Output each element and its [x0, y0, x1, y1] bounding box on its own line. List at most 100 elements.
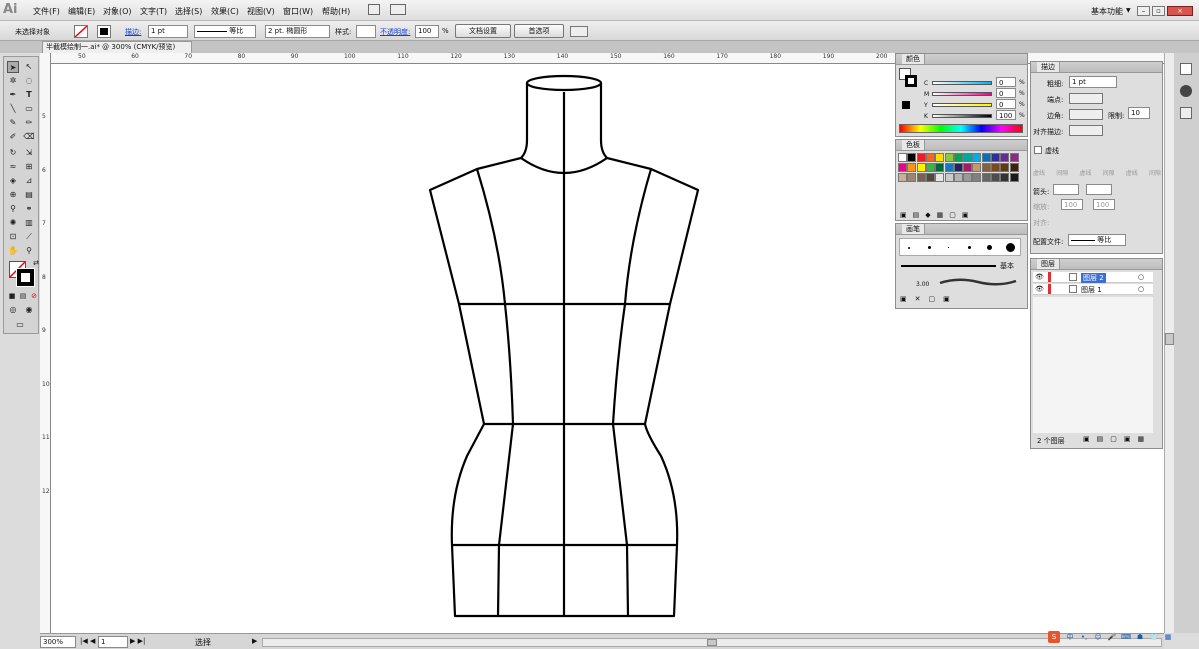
- menu-file[interactable]: 文件(F): [33, 6, 60, 17]
- emoji-icon[interactable]: ☺: [1092, 631, 1104, 643]
- rotate-tool-icon[interactable]: ↻: [7, 147, 19, 159]
- target-icon[interactable]: ○: [1138, 285, 1144, 293]
- column-graph-tool-icon[interactable]: ▥: [23, 217, 35, 229]
- punctuation-icon[interactable]: •,: [1078, 631, 1090, 643]
- swatches-panel-header[interactable]: 色板: [896, 140, 1027, 151]
- draw-normal-icon[interactable]: ◎: [7, 304, 19, 316]
- first-artboard-icon[interactable]: |◀ ◀: [80, 637, 95, 645]
- swatch-footer-icons[interactable]: ▣▤◆▦▢▣: [900, 211, 974, 219]
- blob-brush-tool-icon[interactable]: ✐: [7, 131, 19, 143]
- document-setup-button[interactable]: 文档设置: [455, 24, 511, 38]
- swatch[interactable]: [898, 173, 907, 182]
- swatch[interactable]: [898, 153, 907, 162]
- draw-behind-icon[interactable]: ◉: [23, 304, 35, 316]
- color-panel-header[interactable]: 颜色: [896, 54, 1027, 65]
- maximize-icon[interactable]: ▫: [1152, 6, 1165, 16]
- direct-selection-tool-icon[interactable]: ↖: [23, 61, 35, 73]
- basic-brush-stroke[interactable]: [901, 265, 996, 267]
- swatch[interactable]: [916, 153, 926, 162]
- swatch-grid[interactable]: [898, 153, 1020, 209]
- zoom-field[interactable]: 300%: [40, 636, 76, 648]
- swatch[interactable]: [972, 153, 982, 162]
- pen-tool-icon[interactable]: ✒: [7, 89, 19, 101]
- none-mode-icon[interactable]: ⊘: [28, 290, 40, 302]
- stroke-color-icon[interactable]: [16, 268, 35, 287]
- scale-tool-icon[interactable]: ⇲: [23, 147, 35, 159]
- minimize-icon[interactable]: –: [1137, 6, 1150, 16]
- arrow-end-select[interactable]: [1086, 184, 1112, 195]
- swatch[interactable]: [944, 163, 954, 172]
- free-transform-tool-icon[interactable]: ⊞: [23, 161, 35, 173]
- tools-grid-icon[interactable]: ▦: [1162, 631, 1174, 643]
- brush-select[interactable]: 2 pt. 椭圆形: [265, 25, 330, 38]
- limit-field[interactable]: 10: [1128, 107, 1150, 119]
- style-select[interactable]: [356, 25, 376, 38]
- swatch[interactable]: [907, 173, 917, 182]
- blend-tool-icon[interactable]: ⚭: [23, 203, 35, 215]
- artboard-tool-icon[interactable]: ⊡: [7, 231, 19, 243]
- voice-icon[interactable]: 🎤: [1106, 631, 1118, 643]
- swatch[interactable]: [1000, 173, 1010, 182]
- pencil-tool-icon[interactable]: ✏: [23, 117, 35, 129]
- chinese-mode-icon[interactable]: 中: [1064, 631, 1076, 643]
- magenta-field[interactable]: 0: [996, 88, 1016, 98]
- menu-type[interactable]: 文字(T): [140, 6, 167, 17]
- eyedropper-tool-icon[interactable]: ⚲: [7, 203, 19, 215]
- swatch[interactable]: [944, 153, 954, 162]
- swatch[interactable]: [991, 153, 1000, 162]
- swatch[interactable]: [991, 173, 1000, 182]
- paintbrush-tool-icon[interactable]: ✎: [7, 117, 19, 129]
- menu-select[interactable]: 选择(S): [175, 6, 202, 17]
- type-tool-icon[interactable]: T: [23, 89, 35, 101]
- arrow-scale-end[interactable]: 100: [1093, 199, 1115, 210]
- swatch[interactable]: [925, 173, 935, 182]
- layer-row-2[interactable]: 👁 图层 2 ○: [1033, 272, 1153, 283]
- brush-footer-icons[interactable]: ▣✕▢▣: [900, 295, 958, 303]
- slice-tool-icon[interactable]: ⟋: [23, 231, 35, 243]
- calligraphic-brush-stroke[interactable]: [938, 277, 1018, 287]
- swatch[interactable]: [963, 153, 973, 162]
- menu-object[interactable]: 对象(O): [103, 6, 132, 17]
- appearance-icon[interactable]: [1180, 85, 1192, 97]
- opacity-link[interactable]: 不透明度:: [380, 27, 410, 37]
- swatch[interactable]: [991, 163, 1000, 172]
- menu-window[interactable]: 窗口(W): [283, 6, 313, 17]
- swatch[interactable]: [1000, 153, 1010, 162]
- swatch[interactable]: [925, 153, 935, 162]
- screen-mode-icon[interactable]: ▭: [14, 319, 26, 331]
- swatch[interactable]: [925, 163, 935, 172]
- layers-footer-icons[interactable]: ▣▤▢▣▦: [1083, 435, 1151, 443]
- menu-effect[interactable]: 效果(C): [211, 6, 239, 17]
- yellow-field[interactable]: 0: [996, 99, 1016, 109]
- gradient-tool-icon[interactable]: ▤: [23, 189, 35, 201]
- profile-select[interactable]: 等比: [1068, 234, 1126, 246]
- swatch[interactable]: [981, 153, 991, 162]
- layer-name[interactable]: 图层 2: [1081, 273, 1106, 283]
- eye-icon[interactable]: 👁: [1035, 273, 1044, 281]
- menu-help[interactable]: 帮助(H): [322, 6, 350, 17]
- align-stroke-buttons[interactable]: [1069, 125, 1103, 136]
- skin-icon[interactable]: ☗: [1134, 631, 1146, 643]
- magic-wand-tool-icon[interactable]: ✲: [7, 75, 19, 87]
- horizontal-scrollbar[interactable]: [262, 638, 1162, 647]
- graphic-styles-icon[interactable]: [1180, 107, 1192, 119]
- shirt-icon[interactable]: 👕: [1148, 631, 1160, 643]
- swatch[interactable]: [916, 163, 926, 172]
- zoom-tool-icon[interactable]: ⚲: [23, 245, 35, 257]
- artboards-icon[interactable]: [1180, 63, 1192, 75]
- symbol-sprayer-tool-icon[interactable]: ✺: [7, 217, 19, 229]
- swatch[interactable]: [963, 173, 973, 182]
- arrow-scale-start[interactable]: 100: [1061, 199, 1083, 210]
- target-icon[interactable]: ○: [1138, 273, 1144, 281]
- last-artboard-icon[interactable]: ▶ ▶|: [130, 637, 145, 645]
- swatch[interactable]: [898, 163, 907, 172]
- shape-builder-tool-icon[interactable]: ◈: [7, 175, 19, 187]
- swatch[interactable]: [1009, 163, 1019, 172]
- swatch[interactable]: [953, 153, 963, 162]
- swatch[interactable]: [1009, 173, 1019, 182]
- cap-buttons[interactable]: [1069, 93, 1103, 104]
- sogou-icon[interactable]: S: [1048, 631, 1060, 643]
- close-icon[interactable]: ×: [1167, 6, 1193, 16]
- swatch[interactable]: [935, 173, 945, 182]
- weight-field[interactable]: 1 pt: [1069, 76, 1117, 88]
